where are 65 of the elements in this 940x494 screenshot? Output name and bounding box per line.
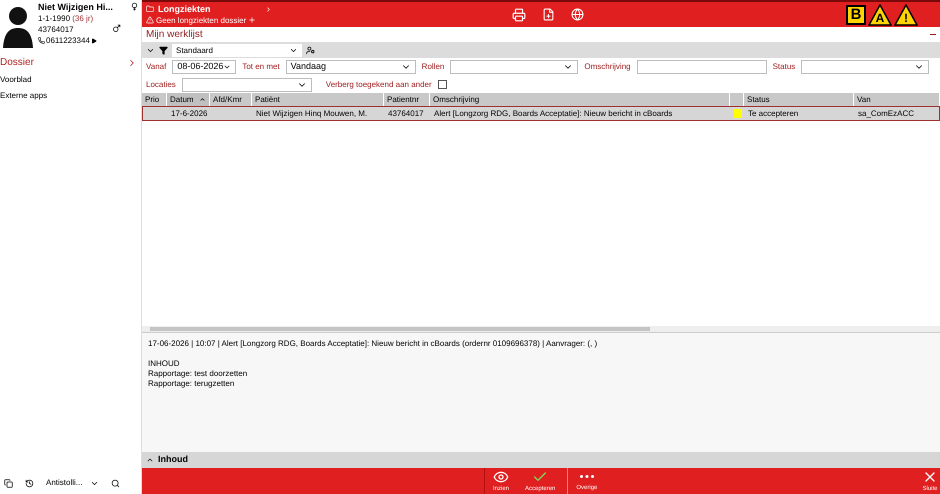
- female-icon: [130, 2, 139, 11]
- caret-icon: [289, 46, 298, 55]
- worklist-title: Mijn werklijst: [146, 28, 203, 42]
- patient-phone: 0611223344: [46, 35, 90, 46]
- new-document-icon[interactable]: [542, 8, 555, 21]
- table-cell: 43764017: [388, 108, 424, 120]
- eye-icon: [493, 468, 509, 484]
- text-field[interactable]: [636, 60, 767, 74]
- filter-label: Locaties: [146, 78, 176, 90]
- detail-header: 17-06-2026 | 10:07 | Alert [Longzorg RDG, Boards Acceptatie]: Nieuw bericht in cBoards (ordernr 0109696378) | Aanvrager: (, ): [148, 339, 598, 349]
- caret-icon: [146, 456, 154, 464]
- play-icon[interactable]: [90, 38, 97, 44]
- user-settings-icon[interactable]: [306, 46, 315, 55]
- detail-line: Rapportage: test doorzetten: [148, 369, 248, 379]
- caret-icon[interactable]: [146, 46, 155, 55]
- horizontal-scrollbar[interactable]: [142, 326, 940, 332]
- warning-badge[interactable]: A: [868, 4, 892, 26]
- more-icon: [580, 475, 594, 478]
- select-field[interactable]: Vandaag: [286, 60, 416, 74]
- filter-label: Rollen: [422, 61, 444, 73]
- warning-icon: [146, 16, 154, 24]
- patient-number: 43764017: [38, 24, 74, 35]
- add-icon[interactable]: [248, 16, 256, 24]
- table-cell: Niet Wijzigen Hinq Mouwen, M.: [256, 108, 368, 120]
- folder-icon: [146, 5, 154, 13]
- sidebar-item[interactable]: Externe apps: [0, 90, 141, 102]
- table-cell: Te accepteren: [748, 108, 798, 120]
- globe-icon[interactable]: [571, 8, 584, 21]
- column-header-cell[interactable]: Datum: [167, 93, 210, 106]
- filter-select[interactable]: Standaard: [172, 44, 302, 57]
- category-label[interactable]: Longziekten: [158, 4, 211, 14]
- filter-label: Status: [772, 61, 796, 73]
- history-icon[interactable]: [25, 478, 34, 488]
- category-dropdown[interactable]: Antistolli...: [46, 477, 100, 489]
- chevron-icon[interactable]: [265, 6, 272, 12]
- warning-text: Geen longziekten dossier: [156, 14, 246, 26]
- select-field[interactable]: [450, 60, 578, 74]
- detail-line: Rapportage: terugzetten: [148, 379, 236, 389]
- select-field[interactable]: [801, 60, 930, 74]
- detail-line: INHOUD: [148, 359, 181, 369]
- copy-icon[interactable]: [4, 478, 13, 488]
- gender-icon: [112, 24, 121, 33]
- filter-label: Vanaf: [146, 61, 166, 73]
- table-row[interactable]: 17-6-2026 Niet Wijzigen Hinq Mouwen, M. 43764017 Alert [Longzorg RDG, Boards Acceptatie]: Nieuw bericht in cBoards Te accepteren sa_ComEzACC: [142, 106, 940, 121]
- table-cell: Alert [Longzorg RDG, Boards Acceptatie]: Nieuw bericht in cBoards: [434, 108, 672, 120]
- print-icon[interactable]: [512, 8, 526, 22]
- sort-icon: [199, 96, 206, 103]
- filter-label: Tot en met: [242, 61, 280, 73]
- sidebar-header[interactable]: Dossier: [0, 55, 141, 70]
- alert-badge[interactable]: B: [846, 4, 866, 24]
- phone-icon: [38, 37, 45, 44]
- filter-label: Omschrijving: [584, 61, 631, 73]
- patient-name: Niet Wijzigen Hi...: [38, 2, 113, 13]
- sidebar-item[interactable]: Voorblad: [0, 74, 141, 86]
- table-cell: sa_ComEzACC: [858, 108, 914, 120]
- patient-dob: 1-1-1990 (36 jr): [38, 13, 94, 24]
- checkbox-label: Verberg toegekend aan ander: [326, 78, 432, 90]
- warning-badge[interactable]: !: [894, 4, 918, 26]
- table-cell: 17-6-2026: [171, 108, 208, 120]
- date-field[interactable]: 08-06-2026: [172, 60, 236, 74]
- select-field[interactable]: [182, 78, 312, 92]
- checkbox[interactable]: [438, 80, 447, 89]
- filter-icon: [159, 46, 168, 55]
- search-icon[interactable]: [111, 478, 120, 488]
- section-header[interactable]: Inhoud: [142, 452, 940, 468]
